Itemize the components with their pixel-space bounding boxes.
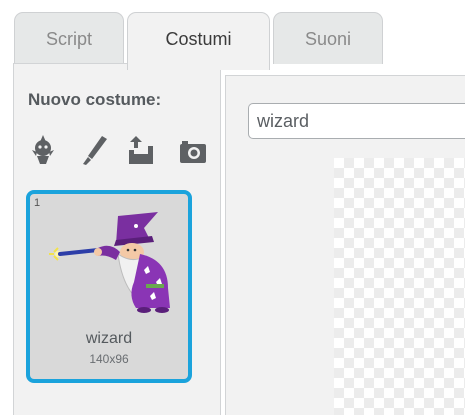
tab-sounds[interactable]: Suoni — [273, 12, 383, 64]
camera-icon[interactable] — [178, 134, 208, 166]
costume-list-pane: Nuovo costume: 1 wizard 140x96 — [13, 63, 221, 415]
tab-costumes[interactable]: Costumi — [127, 12, 270, 70]
upload-icon[interactable] — [126, 134, 156, 166]
paintbrush-icon[interactable] — [80, 134, 110, 166]
paint-canvas[interactable] — [334, 158, 465, 415]
paint-editor — [225, 75, 465, 415]
character-library-icon[interactable] — [28, 134, 58, 166]
costume-name: wizard — [85, 330, 133, 347]
tab-script[interactable]: Script — [14, 12, 124, 64]
costume-size: 140x96 — [89, 352, 129, 366]
costume-name-input[interactable] — [248, 103, 465, 139]
new-costume-label: Nuovo costume: — [28, 90, 162, 109]
wizard-thumbnail — [40, 208, 184, 320]
costume-item-wizard[interactable]: 1 wizard 140x96 — [26, 190, 192, 383]
